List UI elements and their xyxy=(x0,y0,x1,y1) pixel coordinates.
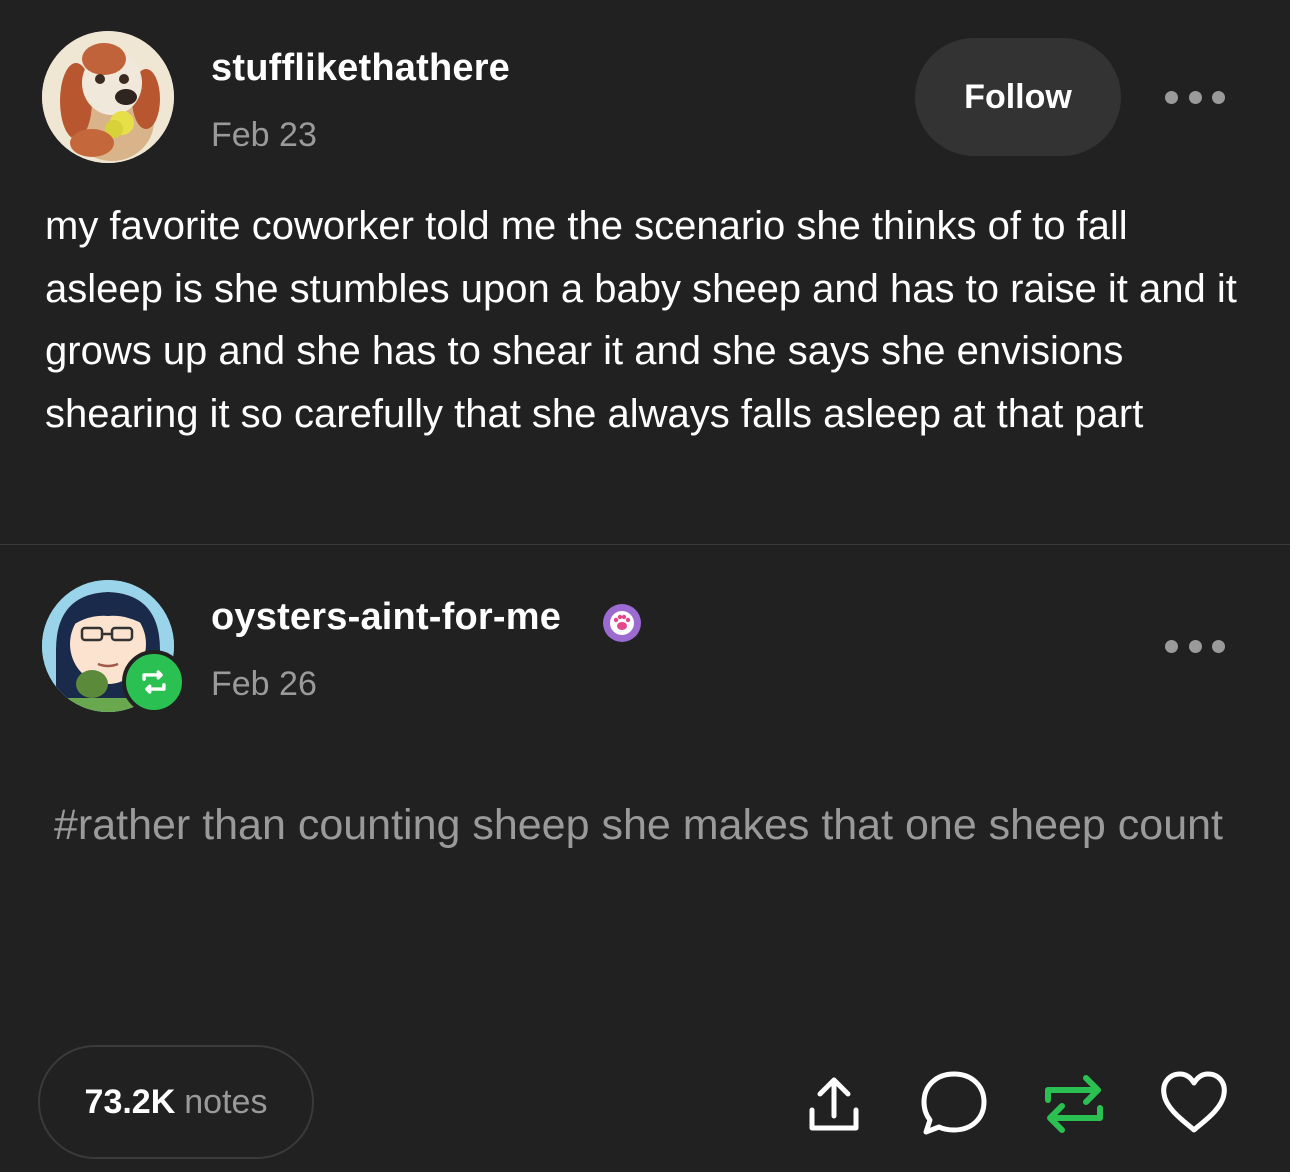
reblog-icon xyxy=(142,670,166,694)
post-body: my favorite coworker told me the scenari… xyxy=(45,204,1237,436)
post-tags[interactable]: #rather than counting sheep she makes th… xyxy=(54,797,1244,853)
notes-button[interactable]: 73.2K notes xyxy=(38,1045,314,1159)
reblog-username[interactable]: oysters-aint-for-me xyxy=(211,596,561,639)
comment-icon[interactable] xyxy=(918,1068,990,1140)
more-options-icon[interactable] xyxy=(1165,636,1225,656)
reblog-date[interactable]: Feb 26 xyxy=(211,665,317,704)
notes-label: notes xyxy=(184,1082,268,1121)
reblog-badge xyxy=(122,650,186,714)
more-options-icon[interactable] xyxy=(1165,87,1225,107)
share-icon[interactable] xyxy=(798,1068,870,1140)
follow-button[interactable]: Follow xyxy=(915,38,1121,156)
paw-icon[interactable] xyxy=(603,604,641,642)
divider xyxy=(0,544,1290,545)
reblog-icon[interactable] xyxy=(1038,1068,1110,1140)
dog-avatar-icon xyxy=(42,31,174,163)
post-date[interactable]: Feb 23 xyxy=(211,116,317,155)
post-username[interactable]: stufflikethathere xyxy=(211,47,510,90)
like-icon[interactable] xyxy=(1158,1068,1230,1140)
notes-count: 73.2K xyxy=(84,1082,176,1121)
avatar[interactable] xyxy=(42,31,174,163)
original-post: stufflikethathere Feb 23 Follow my favor… xyxy=(0,0,1290,544)
